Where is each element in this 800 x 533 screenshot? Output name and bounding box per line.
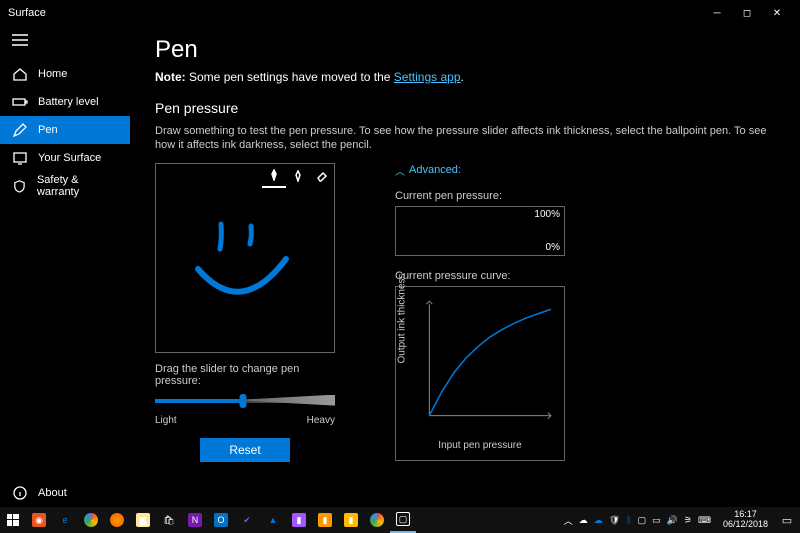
tray-surface-icon[interactable]: ▢: [638, 515, 647, 526]
note-prefix: Note:: [155, 70, 186, 84]
taskbar-app-chrome2[interactable]: [364, 507, 390, 533]
close-button[interactable]: ✕: [762, 0, 792, 26]
tray-cloud-icon[interactable]: ☁: [594, 515, 603, 526]
taskbar-clock[interactable]: 16:17 06/12/2018: [717, 510, 774, 530]
sidebar-item-pen[interactable]: Pen: [0, 116, 130, 144]
sidebar-item-about[interactable]: About: [0, 479, 130, 507]
battery-icon: [12, 94, 28, 110]
window-title: Surface: [8, 7, 46, 19]
settings-app-link[interactable]: Settings app: [394, 70, 461, 84]
taskbar-app-onenote[interactable]: N: [182, 507, 208, 533]
page-title: Pen: [155, 36, 775, 64]
taskbar-app-surface[interactable]: ▢: [390, 507, 416, 533]
chevron-up-icon: ︿: [395, 163, 405, 178]
system-tray[interactable]: ︿ ☁ ☁ 🛡 ᛒ ▢ ▭ 🔊 ⚞ ⌨: [558, 514, 717, 527]
taskbar-app-figma[interactable]: ▮: [286, 507, 312, 533]
sidebar-item-label: Safety & warranty: [37, 174, 118, 198]
slider-label: Drag the slider to change pen pressure:: [155, 363, 335, 387]
minimize-button[interactable]: ─: [702, 0, 732, 26]
pressure-min: 0%: [546, 242, 560, 253]
tray-security-icon[interactable]: 🛡: [609, 515, 620, 526]
sidebar-item-label: Your Surface: [38, 152, 101, 164]
curve-xlabel: Input pen pressure: [404, 440, 556, 451]
taskbar-app-azure[interactable]: ▲: [260, 507, 286, 533]
tray-language-icon[interactable]: ⌨: [698, 515, 711, 526]
taskbar: ◉ e ▆ 🛍 N O ✔ ▲ ▮ ▮ ▮ ▢ ︿ ☁ ☁ 🛡 ᛒ ▢ ▭ 🔊 …: [0, 507, 800, 533]
sidebar-item-safety[interactable]: Safety & warranty: [0, 172, 130, 200]
sidebar-item-home[interactable]: Home: [0, 60, 130, 88]
taskbar-app-ubuntu[interactable]: ◉: [26, 507, 52, 533]
tray-volume-icon[interactable]: 🔊: [667, 515, 678, 526]
pen-icon: [12, 122, 28, 138]
tray-onedrive-icon[interactable]: ☁: [579, 515, 588, 526]
curve-label: Current pressure curve:: [395, 270, 775, 282]
taskbar-app-explorer[interactable]: ▆: [130, 507, 156, 533]
tray-wifi-icon[interactable]: ⚞: [684, 515, 692, 526]
section-title: Pen pressure: [155, 100, 775, 116]
instructions-text: Draw something to test the pen pressure.…: [155, 124, 775, 153]
title-bar: Surface ─ ◻ ✕: [0, 0, 800, 26]
advanced-expander[interactable]: ︿ Advanced:: [395, 163, 775, 178]
curve-ylabel: Output ink thickness: [397, 274, 408, 364]
pressure-curve-chart: Output ink thickness Input pen pressure: [395, 286, 565, 461]
taskbar-app-store[interactable]: 🛍: [156, 507, 182, 533]
main-content: Pen Note: Some pen settings have moved t…: [130, 26, 800, 507]
tray-battery-icon[interactable]: ▭: [652, 515, 661, 526]
sidebar-item-label: Pen: [38, 124, 58, 136]
pressure-label: Current pen pressure:: [395, 190, 775, 202]
shield-icon: [12, 178, 27, 194]
note-text: Note: Some pen settings have moved to th…: [155, 70, 775, 84]
tray-bluetooth-icon[interactable]: ᛒ: [626, 515, 631, 525]
taskbar-app-outlook[interactable]: O: [208, 507, 234, 533]
tray-chevron-icon[interactable]: ︿: [564, 514, 573, 527]
sidebar-item-label: About: [38, 487, 67, 499]
ballpoint-pen-tool[interactable]: [262, 164, 286, 188]
canvas-toolbar: [262, 164, 334, 188]
eraser-tool[interactable]: [310, 164, 334, 188]
pressure-slider[interactable]: [155, 393, 335, 413]
advanced-label: Advanced:: [409, 164, 461, 176]
taskbar-app-sublime[interactable]: ▮: [312, 507, 338, 533]
sidebar-item-your-surface[interactable]: Your Surface: [0, 144, 130, 172]
slider-thumb[interactable]: [240, 394, 247, 408]
drawing-canvas[interactable]: [155, 163, 335, 353]
taskbar-app-firefox[interactable]: [104, 507, 130, 533]
taskbar-app-todo[interactable]: ✔: [234, 507, 260, 533]
home-icon: [12, 66, 28, 82]
drawing-smiley: [186, 214, 306, 334]
hamburger-button[interactable]: [0, 26, 130, 54]
reset-button[interactable]: Reset: [200, 438, 290, 462]
sidebar: Home Battery level Pen Your Surface Safe…: [0, 26, 130, 507]
sidebar-item-label: Battery level: [38, 96, 99, 108]
taskbar-app-chrome[interactable]: [78, 507, 104, 533]
pressure-readout: 100% 0%: [395, 206, 565, 256]
taskbar-app-edge[interactable]: e: [52, 507, 78, 533]
action-center-button[interactable]: ▭: [774, 507, 800, 533]
start-button[interactable]: [0, 507, 26, 533]
pencil-tool[interactable]: [286, 164, 310, 188]
sidebar-item-label: Home: [38, 68, 67, 80]
info-icon: [12, 485, 28, 501]
taskbar-app-generic1[interactable]: ▮: [338, 507, 364, 533]
slider-min-label: Light: [155, 415, 177, 426]
maximize-button[interactable]: ◻: [732, 0, 762, 26]
slider-max-label: Heavy: [307, 415, 335, 426]
device-icon: [12, 150, 28, 166]
pressure-max: 100%: [534, 209, 560, 220]
sidebar-item-battery[interactable]: Battery level: [0, 88, 130, 116]
hamburger-icon: [12, 34, 28, 46]
curve-svg: [404, 295, 556, 435]
